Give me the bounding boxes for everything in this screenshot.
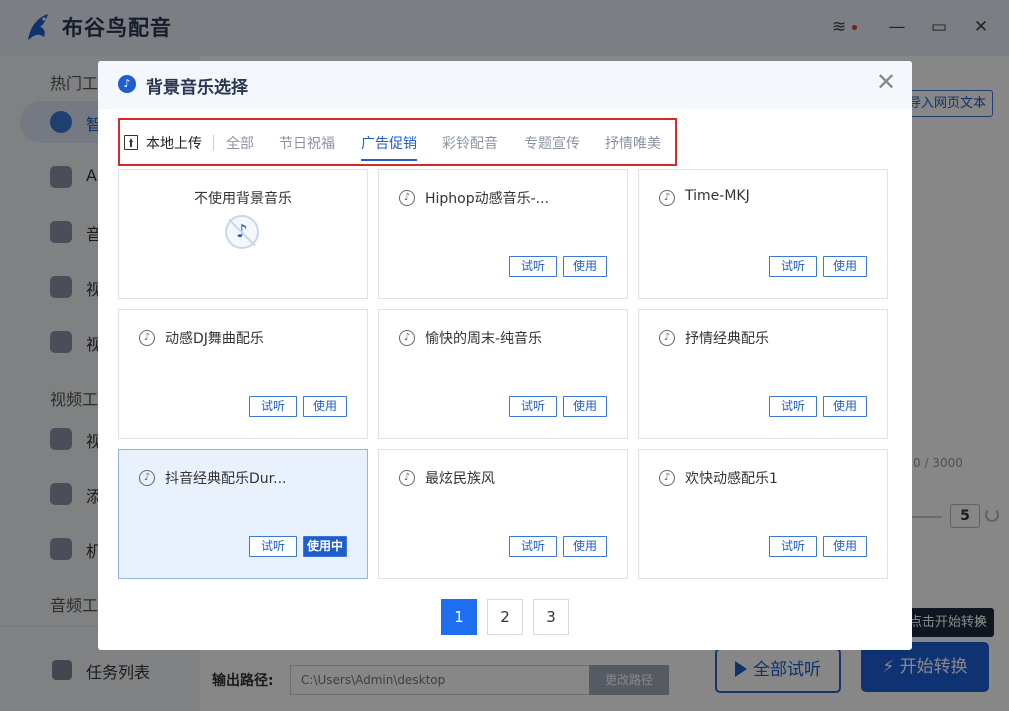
in-use-button[interactable]: 使用中: [303, 536, 347, 557]
music-name: Time-MKJ: [685, 188, 750, 204]
music-note-icon: ♪: [118, 75, 136, 93]
page-button-1[interactable]: 1: [441, 599, 477, 635]
music-card[interactable]: ♪ Hiphop动感音乐-... 试听 使用: [378, 169, 628, 299]
listen-button[interactable]: 试听: [769, 256, 817, 277]
listen-button[interactable]: 试听: [509, 256, 557, 277]
listen-button[interactable]: 试听: [509, 536, 557, 557]
local-upload-button[interactable]: 本地上传: [124, 132, 210, 154]
music-name: Hiphop动感音乐-...: [425, 191, 550, 207]
tab-holiday[interactable]: 节日祝福: [279, 133, 335, 153]
page-button-3[interactable]: 3: [533, 599, 569, 635]
music-note-icon: ♪: [659, 190, 675, 206]
music-card-none[interactable]: 不使用背景音乐 ♪: [118, 169, 368, 299]
tab-ringtone[interactable]: 彩铃配音: [442, 133, 498, 153]
music-card[interactable]: ♪ 抒情经典配乐 试听 使用: [638, 309, 888, 439]
category-tabs: 本地上传 全部 节日祝福 广告促销 彩铃配音 专题宣传 抒情唯美: [118, 118, 677, 166]
tab-ads[interactable]: 广告促销: [361, 133, 417, 153]
music-name: 不使用背景音乐: [194, 191, 292, 207]
music-name: 动感DJ舞曲配乐: [165, 331, 264, 347]
music-card-selected[interactable]: ♪ 抖音经典配乐Dur... 试听 使用中: [118, 449, 368, 579]
local-upload-label: 本地上传: [146, 136, 202, 152]
use-button[interactable]: 使用: [823, 256, 867, 277]
music-note-icon: ♪: [659, 470, 675, 486]
music-note-icon: ♪: [139, 470, 155, 486]
use-button[interactable]: 使用: [563, 396, 607, 417]
dialog-header: ♪ 背景音乐选择 ✕: [98, 61, 912, 109]
use-button[interactable]: 使用: [823, 536, 867, 557]
dialog-title: 背景音乐选择: [146, 78, 248, 98]
music-note-icon: ♪: [399, 470, 415, 486]
music-note-icon: ♪: [399, 330, 415, 346]
tab-all[interactable]: 全部: [226, 133, 254, 153]
music-name: 愉快的周末-纯音乐: [425, 331, 543, 347]
music-name: 抖音经典配乐Dur...: [165, 471, 287, 487]
music-card[interactable]: ♪ 动感DJ舞曲配乐 试听 使用: [118, 309, 368, 439]
music-card[interactable]: ♪ Time-MKJ 试听 使用: [638, 169, 888, 299]
dialog-close-button[interactable]: ✕: [873, 69, 899, 95]
listen-button[interactable]: 试听: [769, 536, 817, 557]
music-card[interactable]: ♪ 欢快动感配乐1 试听 使用: [638, 449, 888, 579]
listen-button[interactable]: 试听: [509, 396, 557, 417]
use-button[interactable]: 使用: [563, 536, 607, 557]
no-music-icon: ♪: [225, 215, 259, 249]
music-name: 最炫民族风: [425, 471, 495, 487]
music-card[interactable]: ♪ 最炫民族风 试听 使用: [378, 449, 628, 579]
tab-topic[interactable]: 专题宣传: [524, 133, 580, 153]
page-button-2[interactable]: 2: [487, 599, 523, 635]
music-note-icon: ♪: [399, 190, 415, 206]
listen-button[interactable]: 试听: [249, 536, 297, 557]
listen-button[interactable]: 试听: [249, 396, 297, 417]
background-music-dialog: ♪ 背景音乐选择 ✕ 本地上传 全部 节日祝福 广告促销 彩铃配音 专题宣传 抒…: [98, 61, 912, 650]
use-button[interactable]: 使用: [303, 396, 347, 417]
listen-button[interactable]: 试听: [769, 396, 817, 417]
use-button[interactable]: 使用: [563, 256, 607, 277]
tab-lyrical[interactable]: 抒情唯美: [605, 133, 661, 153]
active-tab-indicator: [361, 159, 417, 161]
music-card[interactable]: ♪ 愉快的周末-纯音乐 试听 使用: [378, 309, 628, 439]
use-button[interactable]: 使用: [823, 396, 867, 417]
music-name: 欢快动感配乐1: [685, 471, 778, 487]
upload-icon: [124, 135, 138, 150]
music-note-icon: ♪: [659, 330, 675, 346]
music-name: 抒情经典配乐: [685, 331, 769, 347]
music-note-icon: ♪: [139, 330, 155, 346]
tab-divider: [213, 135, 214, 151]
